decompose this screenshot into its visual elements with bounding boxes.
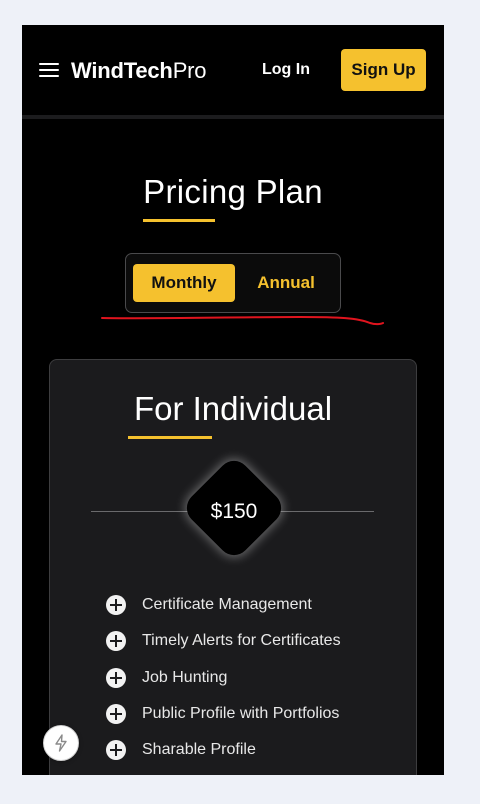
plan-title: For Individual	[133, 390, 333, 427]
plus-circle-icon	[106, 595, 126, 615]
plus-circle-icon	[106, 631, 126, 651]
plan-card: For Individual $150 Certificate Manageme…	[49, 359, 417, 775]
red-annotation-stroke	[101, 315, 384, 326]
login-link[interactable]: Log In	[262, 61, 310, 79]
feature-label: Job Hunting	[142, 669, 228, 686]
toggle-annual[interactable]: Annual	[244, 264, 328, 302]
feature-item: Sharable Profile	[106, 739, 256, 761]
feature-item: Job Hunting	[106, 667, 227, 689]
feature-label: Certificate Management	[142, 596, 312, 613]
billing-period-toggle: Monthly Annual	[125, 253, 341, 313]
brand-logo[interactable]: WindTechPro	[71, 58, 207, 84]
brand-name-bold: WindTech	[71, 58, 173, 83]
plan-title-underline	[128, 436, 212, 439]
feature-label: Public Profile with Portfolios	[142, 705, 340, 722]
feature-item: Public Profile with Portfolios	[106, 703, 339, 725]
plan-price: $150	[210, 500, 258, 523]
feature-item: Timely Alerts for Certificates	[106, 630, 341, 652]
hamburger-icon[interactable]	[39, 63, 59, 77]
plus-circle-icon	[106, 740, 126, 760]
plus-circle-icon	[106, 668, 126, 688]
app-viewport: WindTechPro Log In Sign Up Pricing Plan …	[22, 25, 444, 775]
feature-item: Certificate Management	[106, 594, 312, 616]
plus-circle-icon	[106, 704, 126, 724]
site-header: WindTechPro Log In Sign Up	[22, 25, 444, 115]
header-divider	[22, 115, 444, 119]
title-underline	[143, 219, 215, 222]
toggle-monthly[interactable]: Monthly	[133, 264, 235, 302]
feature-label: Sharable Profile	[142, 741, 256, 758]
brand-name-light: Pro	[172, 58, 207, 83]
lightning-bolt-icon	[55, 734, 67, 752]
floating-action-button[interactable]	[43, 725, 79, 761]
feature-label: Timely Alerts for Certificates	[142, 632, 341, 649]
page-title: Pricing Plan	[143, 173, 323, 210]
signup-button[interactable]: Sign Up	[341, 49, 426, 91]
